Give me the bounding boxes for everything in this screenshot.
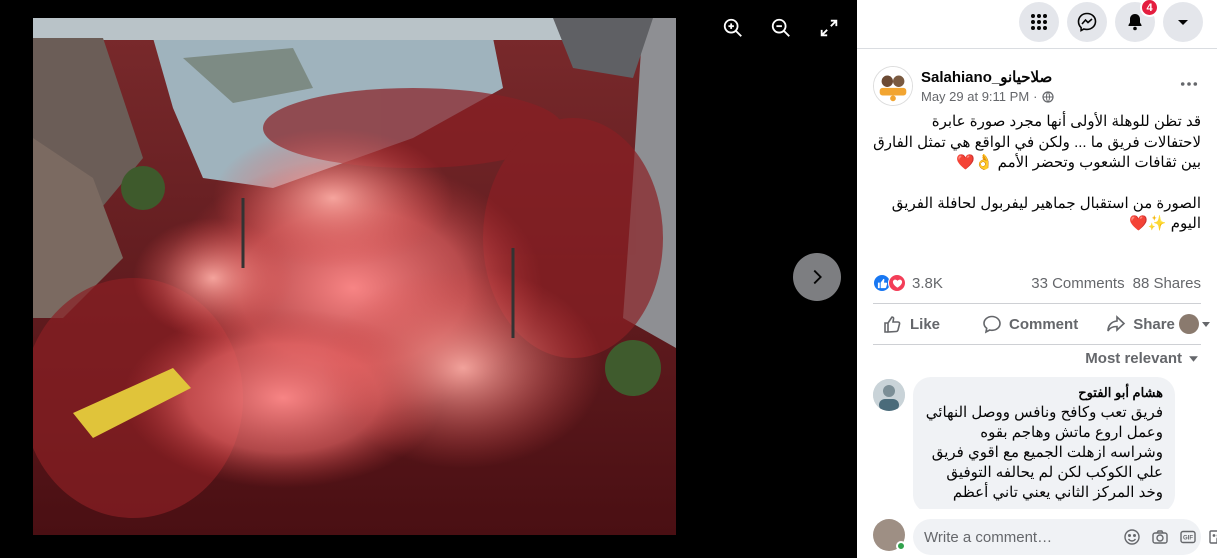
post-paragraph: الصورة من استقبال جماهير ليفربول لحافلة … (891, 194, 1201, 233)
bell-icon (1128, 14, 1142, 31)
post-header: Salahiano_صلاحيانو May 29 at 9:11 PM · (873, 64, 1201, 108)
comment-sort-dropdown[interactable]: Most relevant (1085, 350, 1199, 367)
comment-input-wrapper: GIF (913, 519, 1217, 555)
top-navigation: 4 (857, 0, 1217, 44)
grid-menu-icon (1031, 14, 1047, 30)
reaction-icons[interactable] (873, 274, 906, 292)
comment-button[interactable]: Comment (978, 314, 1082, 334)
shares-count[interactable]: 88 Shares (1133, 275, 1201, 292)
messenger-icon (1077, 12, 1097, 32)
reactions-bar: 3.8K 33 Comments 88 Shares (873, 272, 1201, 294)
divider (873, 344, 1201, 345)
post-panel: 4 Salahiano_صلاحيانو May 29 at 9:11 PM · (857, 0, 1217, 558)
messenger-button[interactable] (1067, 2, 1107, 42)
divider (873, 303, 1201, 304)
photo-viewer (0, 0, 857, 558)
camera-icon[interactable] (1151, 528, 1169, 546)
share-button[interactable]: Share (1102, 314, 1179, 334)
reactions-count[interactable]: 3.8K (912, 275, 943, 292)
next-photo-button[interactable] (793, 253, 841, 301)
more-icon (1180, 82, 1198, 86)
zoom-out-icon[interactable] (764, 14, 798, 42)
divider (857, 48, 1217, 49)
share-icon (1107, 315, 1126, 332)
caret-down-icon (1189, 356, 1198, 362)
post-meta: May 29 at 9:11 PM · (921, 89, 1054, 104)
comment-item: هشام أبو الفتوح فريق تعب وكافح ونافس ووص… (873, 377, 1201, 509)
sticker-icon[interactable] (1207, 528, 1217, 546)
post-text: قد تظن للوهلة الأولى أنها مجرد صورة عابر… (873, 112, 1201, 255)
page-name[interactable]: Salahiano_صلاحيانو (921, 68, 1052, 86)
post-date[interactable]: May 29 at 9:11 PM (921, 89, 1029, 104)
globe-icon (1041, 90, 1054, 103)
love-reaction-icon (888, 274, 906, 292)
chevron-right-icon (813, 269, 822, 285)
crowd-flare-image (33, 18, 676, 535)
account-menu-button[interactable] (1163, 2, 1203, 42)
comment-input[interactable] (924, 528, 1123, 546)
like-button[interactable]: Like (879, 314, 944, 334)
avatar (1178, 314, 1199, 334)
caret-down-icon (1178, 20, 1188, 25)
post-photo[interactable] (33, 18, 676, 535)
comment-bubble: هشام أبو الفتوح فريق تعب وكافح ونافس ووص… (913, 377, 1175, 509)
online-status-icon (896, 541, 906, 551)
more-options-button[interactable] (1177, 72, 1201, 96)
post-actions: Like Comment Share (873, 307, 1210, 341)
zoom-in-icon[interactable] (716, 14, 750, 42)
comment-author[interactable]: هشام أبو الفتوح (925, 385, 1163, 401)
comment-icon (983, 315, 1001, 334)
caret-down-icon (1201, 322, 1210, 327)
emoji-icon[interactable] (1123, 528, 1141, 546)
notifications-button[interactable]: 4 (1115, 0, 1159, 42)
gif-icon[interactable]: GIF (1179, 528, 1197, 546)
page-avatar[interactable] (873, 66, 913, 106)
notifications-count-badge: 4 (1140, 0, 1159, 17)
fullscreen-icon[interactable] (812, 14, 846, 42)
react-as-selector[interactable] (1178, 314, 1211, 334)
menu-button[interactable] (1019, 2, 1059, 42)
comments-count[interactable]: 33 Comments (1031, 275, 1124, 292)
comment-text: فريق تعب وكافح ونافس ووصل النهائي وعمل ا… (925, 404, 1163, 501)
page-logo-icon (874, 67, 912, 105)
thumbs-up-icon (884, 316, 901, 333)
svg-text:GIF: GIF (1183, 536, 1193, 542)
post-paragraph: قد تظن للوهلة الأولى أنها مجرد صورة عابر… (873, 113, 1201, 171)
avatar[interactable] (873, 379, 905, 411)
write-comment-row: GIF (873, 516, 1217, 556)
